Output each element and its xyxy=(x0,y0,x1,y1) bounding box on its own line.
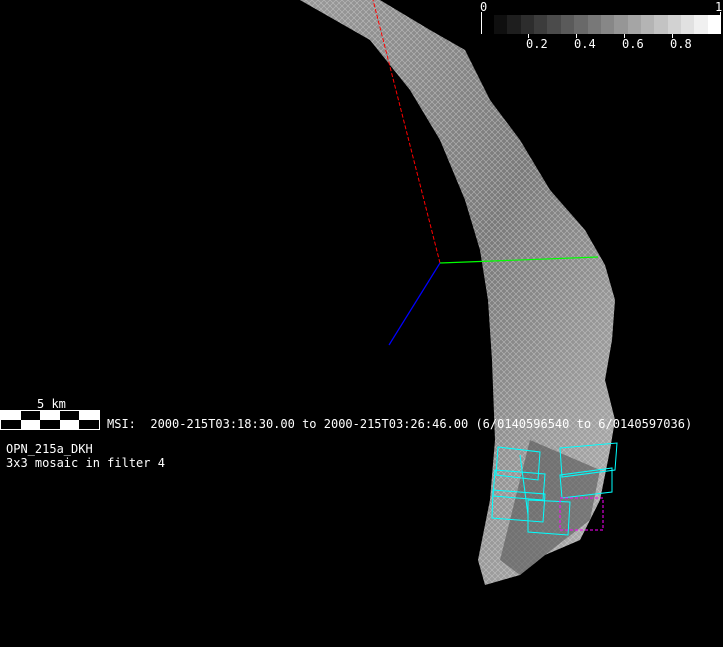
colorbar-step xyxy=(534,15,548,34)
colorbar-label: 0.4 xyxy=(574,37,596,51)
colorbar: 0 1 0.2 0.4 0.6 0.8 xyxy=(478,0,723,55)
colorbar-step xyxy=(654,15,668,34)
colorbar-step xyxy=(587,15,601,34)
colorbar-step xyxy=(681,15,695,34)
colorbar-step xyxy=(707,15,722,34)
sequence-description: 3x3 mosaic in filter 4 xyxy=(6,456,165,470)
colorbar-step xyxy=(507,15,521,34)
asteroid-scene[interactable] xyxy=(0,0,723,647)
colorbar-step xyxy=(547,15,561,34)
colorbar-label: 0.6 xyxy=(622,37,644,51)
scale-bar xyxy=(0,410,100,430)
colorbar-step xyxy=(667,15,682,34)
sequence-name: OPN_215a_DKH xyxy=(6,442,93,456)
colorbar-step xyxy=(614,15,628,34)
colorbar-label: 0.8 xyxy=(670,37,692,51)
colorbar-step xyxy=(520,15,535,34)
colorbar-step xyxy=(600,15,615,34)
colorbar-step xyxy=(560,15,575,34)
colorbar-step xyxy=(627,15,641,34)
viewer-canvas[interactable]: 0 1 0.2 0.4 0.6 0.8 5 km MSI: 2000-215T0… xyxy=(0,0,723,647)
colorbar-gradient xyxy=(494,15,722,34)
msi-time-range: MSI: 2000-215T03:18:30.00 to 2000-215T03… xyxy=(107,417,693,431)
colorbar-step xyxy=(694,15,708,34)
z-axis-line xyxy=(388,262,441,346)
colorbar-step xyxy=(640,15,655,34)
colorbar-step xyxy=(574,15,588,34)
colorbar-left-tick xyxy=(481,12,482,34)
colorbar-label: 0.2 xyxy=(526,37,548,51)
colorbar-max-label: 1 xyxy=(715,0,723,14)
colorbar-step xyxy=(494,15,508,34)
